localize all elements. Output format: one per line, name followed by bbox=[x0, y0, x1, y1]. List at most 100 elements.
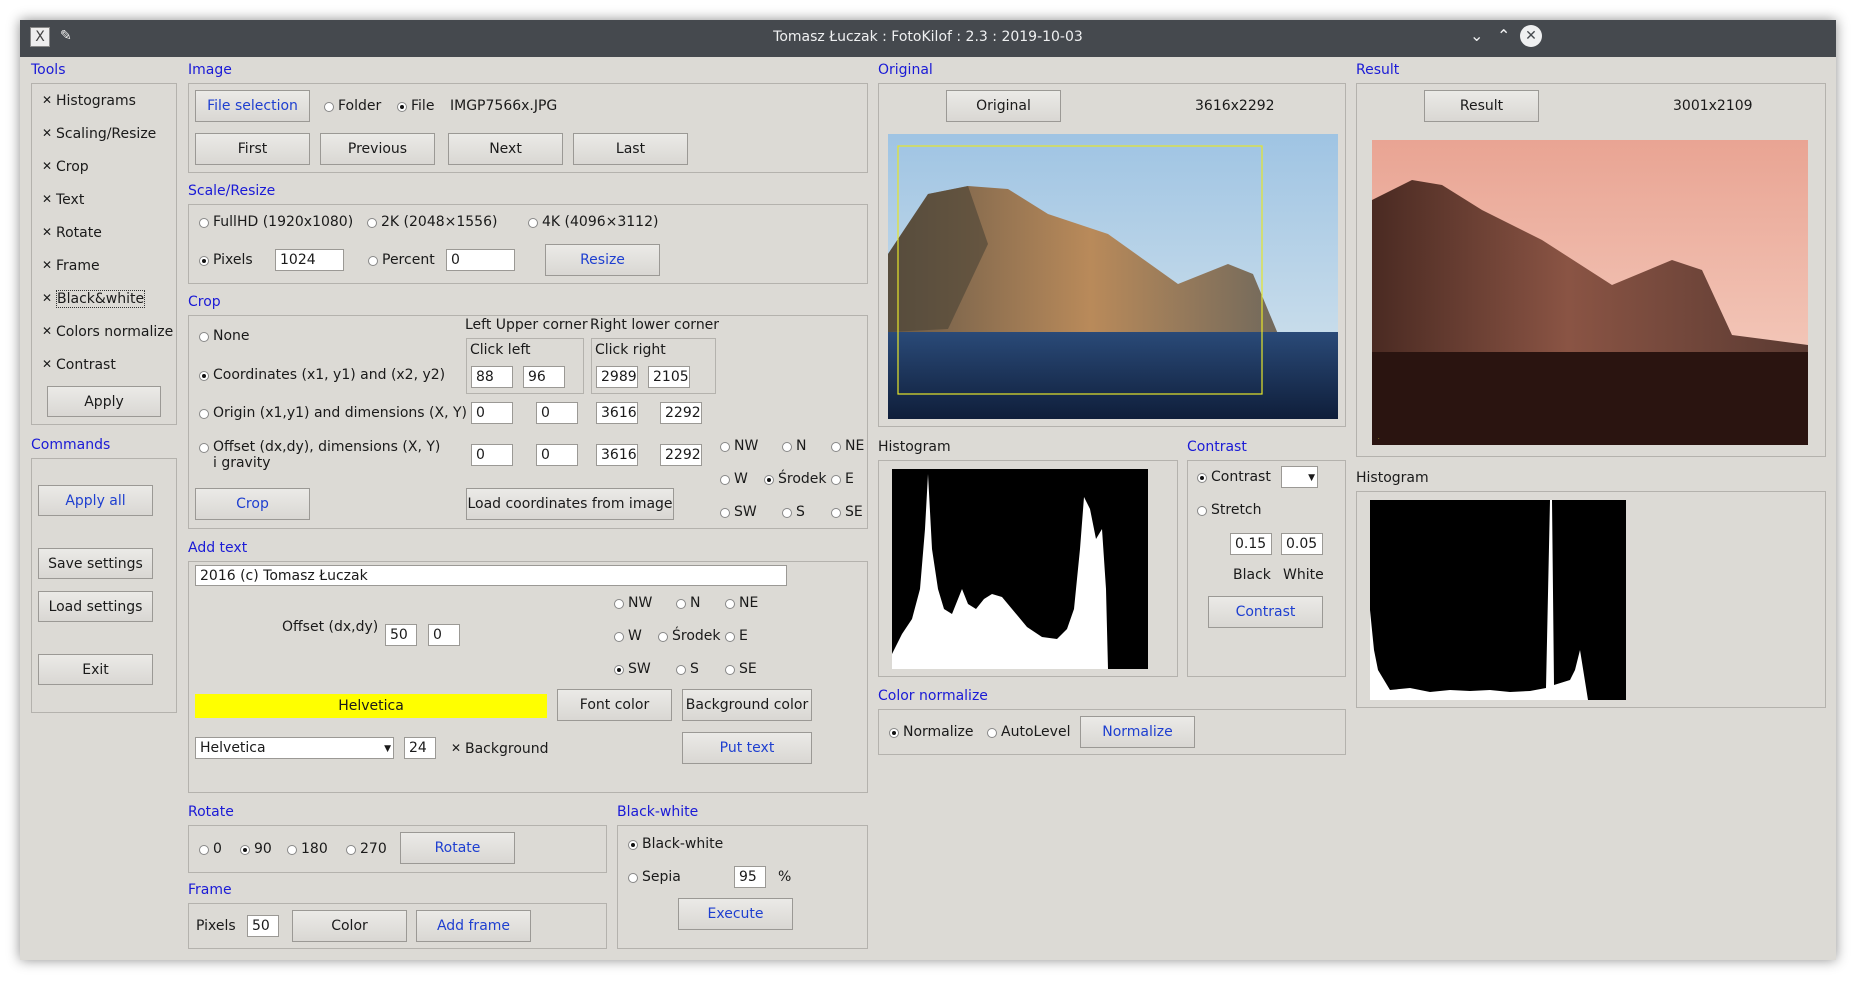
bw-radio[interactable]: Black-white bbox=[628, 836, 723, 852]
tool-histograms-checkbox[interactable]: ✕ Histograms bbox=[42, 93, 136, 109]
next-button[interactable]: Next bbox=[448, 133, 563, 165]
percent-radio[interactable]: Percent bbox=[368, 252, 435, 268]
crop-gravity-n[interactable]: N bbox=[782, 438, 806, 454]
crop-button[interactable]: Crop bbox=[195, 488, 310, 520]
background-checkbox[interactable]: ✕ Background bbox=[451, 741, 549, 757]
crop-gravity-w[interactable]: W bbox=[720, 471, 748, 487]
rotate-90-radio[interactable]: 90 bbox=[240, 841, 272, 857]
origin-x-input[interactable]: 0 bbox=[471, 402, 513, 424]
tool-rotate-checkbox[interactable]: ✕ Rotate bbox=[42, 225, 102, 241]
contrast-select[interactable]: ▼ bbox=[1281, 466, 1318, 488]
crop-none-radio[interactable]: None bbox=[199, 328, 250, 344]
text-gravity-center[interactable]: Środek bbox=[658, 628, 721, 644]
apply-tools-button[interactable]: Apply bbox=[47, 386, 161, 417]
text-gravity-se[interactable]: SE bbox=[725, 661, 757, 677]
font-color-button[interactable]: Font color bbox=[557, 689, 672, 721]
offset-w-input[interactable]: 3616 bbox=[596, 444, 638, 466]
result-image[interactable]: · bbox=[1372, 140, 1808, 445]
contrast-button[interactable]: Contrast bbox=[1208, 596, 1323, 628]
4k-radio[interactable]: 4K (4096×3112) bbox=[528, 214, 658, 230]
offset-h-input[interactable]: 2292 bbox=[660, 444, 702, 466]
original-button[interactable]: Original bbox=[946, 90, 1061, 122]
crop-gravity-se[interactable]: SE bbox=[831, 504, 863, 520]
text-input[interactable]: 2016 (c) Tomasz Łuczak bbox=[195, 565, 787, 586]
pixels-radio[interactable]: Pixels bbox=[199, 252, 253, 268]
original-image[interactable] bbox=[888, 134, 1338, 419]
put-text-button[interactable]: Put text bbox=[682, 732, 812, 764]
crop-coords-radio[interactable]: Coordinates (x1, y1) and (x2, y2) bbox=[199, 367, 445, 383]
black-input[interactable]: 0.15 bbox=[1230, 533, 1272, 555]
crop-x2-input[interactable]: 2989 bbox=[596, 366, 638, 388]
crop-y1-input[interactable]: 96 bbox=[523, 366, 565, 388]
folder-radio[interactable]: Folder bbox=[324, 98, 381, 114]
font-size-input[interactable]: 24 bbox=[404, 737, 436, 759]
offset-y-input[interactable]: 0 bbox=[536, 444, 578, 466]
tool-frame-checkbox[interactable]: ✕ Frame bbox=[42, 258, 100, 274]
first-button[interactable]: First bbox=[195, 133, 310, 165]
add-frame-button[interactable]: Add frame bbox=[416, 910, 531, 942]
crop-origin-radio[interactable]: Origin (x1,y1) and dimensions (X, Y) bbox=[199, 405, 467, 421]
fullhd-radio[interactable]: FullHD (1920x1080) bbox=[199, 214, 353, 230]
origin-h-input[interactable]: 2292 bbox=[660, 402, 702, 424]
tool-contrast-checkbox[interactable]: ✕ Contrast bbox=[42, 357, 116, 373]
apply-all-button[interactable]: Apply all bbox=[38, 485, 153, 516]
save-settings-button[interactable]: Save settings bbox=[38, 548, 153, 579]
2k-radio[interactable]: 2K (2048×1556) bbox=[367, 214, 497, 230]
crop-offset-radio[interactable]: Offset (dx,dy), dimensions (X, Y) bbox=[199, 439, 440, 455]
crop-y2-input[interactable]: 2105 bbox=[648, 366, 690, 388]
crop-gravity-nw[interactable]: NW bbox=[720, 438, 758, 454]
crop-gravity-sw[interactable]: SW bbox=[720, 504, 757, 520]
file-radio[interactable]: File bbox=[397, 98, 434, 114]
crop-x1-input[interactable]: 88 bbox=[471, 366, 513, 388]
load-settings-button[interactable]: Load settings bbox=[38, 591, 153, 622]
result-button[interactable]: Result bbox=[1424, 90, 1539, 122]
sepia-radio[interactable]: Sepia bbox=[628, 869, 681, 885]
tool-scaling-checkbox[interactable]: ✕ Scaling/Resize bbox=[42, 126, 156, 142]
text-dx-input[interactable]: 50 bbox=[385, 624, 417, 646]
contrast-radio[interactable]: Contrast bbox=[1197, 469, 1271, 485]
previous-button[interactable]: Previous bbox=[320, 133, 435, 165]
text-gravity-n[interactable]: N bbox=[676, 595, 700, 611]
offset-x-input[interactable]: 0 bbox=[471, 444, 513, 466]
percent-input[interactable]: 0 bbox=[446, 249, 515, 271]
crop-gravity-center[interactable]: Środek bbox=[764, 471, 827, 487]
text-dy-input[interactable]: 0 bbox=[428, 624, 460, 646]
file-selection-button[interactable]: File selection bbox=[195, 90, 310, 122]
execute-button[interactable]: Execute bbox=[678, 898, 793, 930]
origin-w-input[interactable]: 3616 bbox=[596, 402, 638, 424]
maximize-icon[interactable]: ⌃ bbox=[1497, 26, 1510, 45]
frame-pixels-input[interactable]: 50 bbox=[247, 915, 279, 937]
crop-gravity-s[interactable]: S bbox=[782, 504, 805, 520]
text-gravity-nw[interactable]: NW bbox=[614, 595, 652, 611]
stretch-radio[interactable]: Stretch bbox=[1197, 502, 1262, 518]
rotate-270-radio[interactable]: 270 bbox=[346, 841, 387, 857]
crop-gravity-e[interactable]: E bbox=[831, 471, 854, 487]
tool-crop-checkbox[interactable]: ✕ Crop bbox=[42, 159, 89, 175]
autolevel-radio[interactable]: AutoLevel bbox=[987, 724, 1070, 740]
normalize-radio[interactable]: Normalize bbox=[889, 724, 974, 740]
crop-gravity-ne[interactable]: NE bbox=[831, 438, 864, 454]
text-gravity-w[interactable]: W bbox=[614, 628, 642, 644]
tool-bw-checkbox[interactable]: ✕ Black&white bbox=[42, 290, 146, 308]
pixels-input[interactable]: 1024 bbox=[275, 249, 344, 271]
text-gravity-e[interactable]: E bbox=[725, 628, 748, 644]
text-gravity-sw[interactable]: SW bbox=[614, 661, 651, 677]
text-gravity-ne[interactable]: NE bbox=[725, 595, 758, 611]
frame-color-button[interactable]: Color bbox=[292, 910, 407, 942]
rotate-180-radio[interactable]: 180 bbox=[287, 841, 328, 857]
font-select[interactable]: Helvetica ▼ bbox=[195, 737, 394, 759]
rotate-button[interactable]: Rotate bbox=[400, 832, 515, 864]
minimize-icon[interactable]: ⌄ bbox=[1470, 26, 1483, 45]
close-icon[interactable]: ✕ bbox=[1520, 25, 1542, 47]
origin-y-input[interactable]: 0 bbox=[536, 402, 578, 424]
rotate-0-radio[interactable]: 0 bbox=[199, 841, 222, 857]
last-button[interactable]: Last bbox=[573, 133, 688, 165]
resize-button[interactable]: Resize bbox=[545, 244, 660, 276]
exit-button[interactable]: Exit bbox=[38, 654, 153, 685]
normalize-button[interactable]: Normalize bbox=[1080, 716, 1195, 748]
tool-text-checkbox[interactable]: ✕ Text bbox=[42, 192, 84, 208]
tool-normalize-checkbox[interactable]: ✕ Colors normalize bbox=[42, 324, 173, 340]
background-color-button[interactable]: Background color bbox=[682, 689, 812, 721]
text-gravity-s[interactable]: S bbox=[676, 661, 699, 677]
sepia-input[interactable]: 95 bbox=[734, 866, 766, 888]
